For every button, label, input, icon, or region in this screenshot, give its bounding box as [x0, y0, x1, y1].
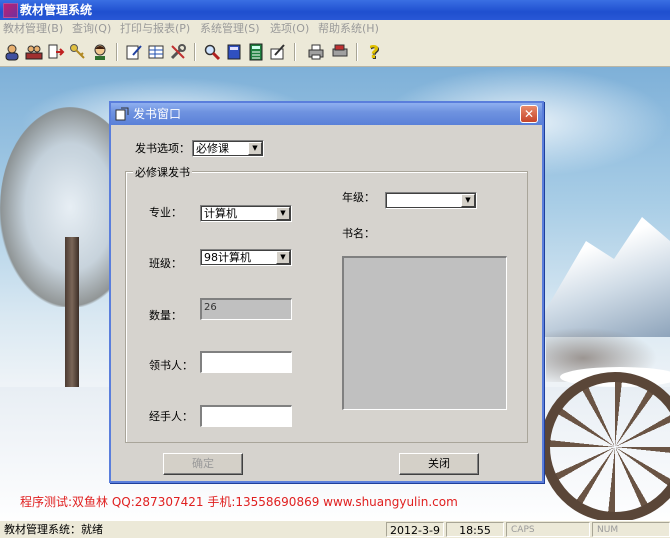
quantity-value: 26	[204, 302, 217, 313]
menu-bar: 教材管理(B) 查询(Q) 打印与报表(P) 系统管理(S) 选项(O) 帮助系…	[0, 20, 670, 38]
quantity-label: 数量：	[149, 309, 182, 322]
key-icon[interactable]	[68, 42, 88, 62]
class-label: 班级：	[149, 257, 182, 270]
toolbar-separator	[194, 43, 196, 61]
book-icon[interactable]	[224, 42, 244, 62]
dialog-icon	[115, 107, 129, 121]
menu-options[interactable]: 选项(O)	[270, 20, 309, 38]
option-select[interactable]: 必修课 ▼	[192, 140, 264, 157]
grade-select[interactable]: ▼	[385, 192, 477, 209]
option-label: 发书选项：	[135, 142, 190, 155]
chevron-down-icon[interactable]: ▼	[248, 142, 262, 155]
toolbar-separator	[356, 43, 358, 61]
app-title-bar[interactable]: 教材管理系统	[0, 0, 670, 20]
class-value: 98计算机	[204, 251, 251, 264]
person-icon[interactable]	[90, 42, 110, 62]
issue-books-dialog: 发书窗口 ✕ 发书选项： 必修课 ▼ 必修课发书 专业： 计算机 ▼ 班级： 9…	[109, 101, 544, 483]
status-num: NUM	[592, 522, 670, 537]
search-icon[interactable]	[202, 42, 222, 62]
confirm-button[interactable]: 确定	[163, 453, 243, 475]
quantity-field: 26	[200, 298, 292, 320]
menu-help[interactable]: 帮助系统(H)	[318, 20, 379, 38]
receiver-input[interactable]	[200, 351, 292, 373]
close-button[interactable]: 关闭	[399, 453, 479, 475]
status-message: 教材管理系统：就绪	[4, 523, 103, 536]
chevron-down-icon[interactable]: ▼	[461, 194, 475, 207]
help-icon[interactable]: ?	[364, 42, 384, 63]
users-icon[interactable]	[24, 42, 44, 62]
group-title: 必修课发书	[133, 164, 192, 180]
write-icon[interactable]	[268, 42, 288, 62]
edit-icon[interactable]	[124, 42, 144, 62]
bookname-label: 书名：	[342, 227, 375, 240]
app-icon	[3, 3, 18, 18]
status-time: 18:55	[446, 522, 504, 537]
dialog-title-bar[interactable]: 发书窗口 ✕	[111, 103, 542, 125]
menu-query[interactable]: 查询(Q)	[72, 20, 111, 38]
handler-input[interactable]	[200, 405, 292, 427]
toolbar-separator	[294, 43, 296, 61]
watermark-text: 程序测试:双鱼林 QQ:287307421 手机:13558690869 www…	[20, 495, 458, 509]
toolbar-separator	[116, 43, 118, 61]
app-title: 教材管理系统	[20, 3, 93, 17]
menu-print-report[interactable]: 打印与报表(P)	[120, 20, 190, 38]
major-value: 计算机	[204, 207, 237, 220]
chevron-down-icon[interactable]: ▼	[276, 251, 290, 264]
table-icon[interactable]	[146, 42, 166, 62]
handler-label: 经手人：	[149, 410, 193, 423]
user-icon[interactable]	[2, 42, 22, 62]
status-caps: CAPS	[506, 522, 590, 537]
dialog-title: 发书窗口	[133, 107, 182, 121]
chevron-down-icon[interactable]: ▼	[276, 207, 290, 220]
mountain	[530, 217, 670, 337]
receiver-label: 领书人：	[149, 359, 193, 372]
printer-icon[interactable]	[306, 42, 326, 62]
class-select[interactable]: 98计算机 ▼	[200, 249, 292, 266]
menu-textbook-manage[interactable]: 教材管理(B)	[3, 20, 63, 38]
status-bar: 教材管理系统：就绪 2012-3-9 18:55 CAPS NUM	[0, 520, 670, 538]
grade-label: 年级：	[342, 191, 375, 204]
calculator-icon[interactable]	[246, 42, 266, 62]
major-select[interactable]: 计算机 ▼	[200, 205, 292, 222]
toolbar: ?	[0, 38, 670, 67]
tools-icon[interactable]	[168, 42, 188, 62]
status-date: 2012-3-9	[386, 522, 444, 537]
import-icon[interactable]	[46, 42, 66, 62]
book-list[interactable]	[342, 256, 507, 410]
option-value: 必修课	[196, 142, 229, 155]
close-icon[interactable]: ✕	[520, 105, 538, 123]
print-preview-icon[interactable]	[330, 42, 350, 62]
major-label: 专业：	[149, 206, 182, 219]
menu-system-manage[interactable]: 系统管理(S)	[200, 20, 260, 38]
